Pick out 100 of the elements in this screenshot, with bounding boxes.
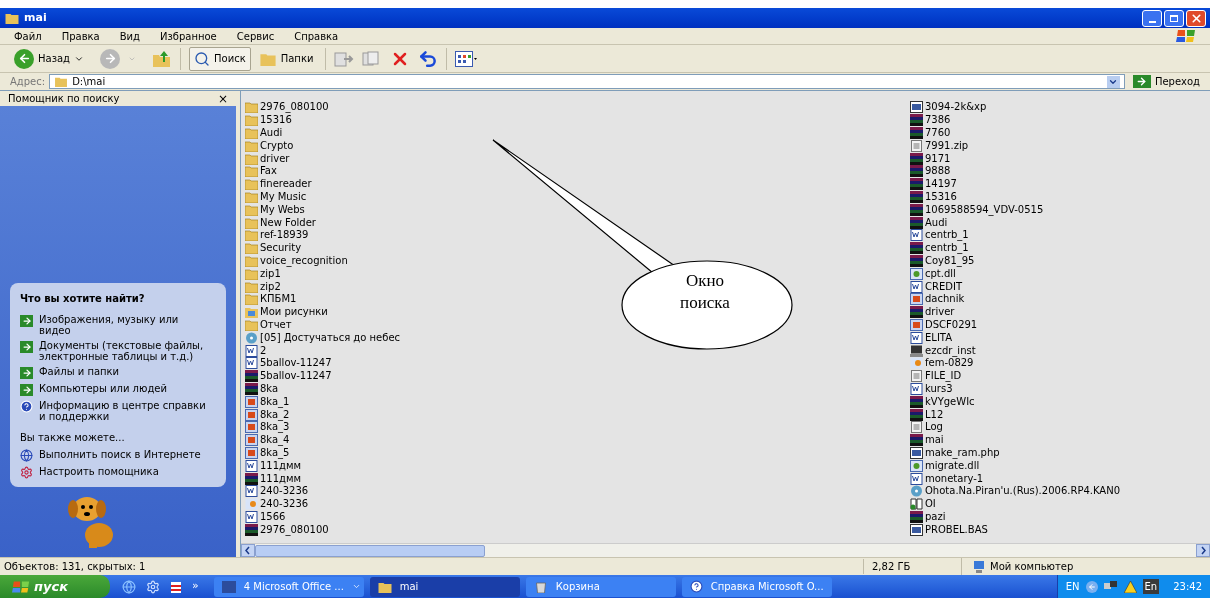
file-name[interactable]: DSCF0291 — [925, 318, 978, 331]
input-language-indicator[interactable]: En — [1142, 579, 1160, 594]
restore-button[interactable] — [1164, 9, 1184, 27]
file-name[interactable]: 8ka — [260, 382, 279, 395]
language-indicator[interactable]: EN — [1065, 579, 1080, 594]
minimize-button[interactable] — [1142, 9, 1162, 27]
start-button[interactable]: пуск — [0, 575, 110, 598]
file-name[interactable]: 7991.zip — [925, 139, 968, 152]
file-name[interactable]: 5ballov-11247 — [260, 370, 332, 383]
flag-icon[interactable] — [170, 579, 182, 594]
settings-icon[interactable] — [146, 579, 160, 594]
file-name[interactable]: make_ram.php — [925, 446, 1000, 459]
search-option-link[interactable]: Документы (текстовые файлы, электронные таблицы и т.д.) — [20, 340, 216, 362]
file-name[interactable]: New Folder — [260, 216, 316, 229]
file-name[interactable]: 111дмм — [260, 472, 302, 485]
warning-icon[interactable] — [1123, 580, 1137, 593]
close-button[interactable]: × — [217, 92, 228, 105]
browser-icon[interactable] — [122, 579, 136, 594]
file-name[interactable]: dachnik — [925, 293, 965, 306]
scroll-left-icon[interactable] — [241, 544, 255, 557]
file-name[interactable]: 8ka_1 — [260, 395, 290, 408]
file-name[interactable]: Coy81_95 — [925, 254, 975, 267]
file-name[interactable]: 2 — [260, 344, 267, 357]
horizontal-scrollbar[interactable] — [241, 543, 1210, 557]
file-name[interactable]: finereader — [260, 178, 312, 191]
file-name[interactable]: [05] Достучаться до небес — [260, 331, 401, 344]
file-name[interactable]: 1069588594_VDV-0515 — [925, 203, 1044, 216]
file-name[interactable]: FILE_ID — [925, 370, 962, 383]
file-name[interactable]: driver — [925, 306, 955, 319]
file-name[interactable]: fem-0829 — [925, 357, 974, 370]
file-name[interactable]: kVYgeWIc — [925, 395, 975, 408]
file-name[interactable]: 9888 — [925, 165, 951, 178]
file-name[interactable]: 14197 — [925, 178, 957, 191]
file-name[interactable]: Отчет — [260, 318, 292, 331]
file-name[interactable]: 9171 — [925, 152, 951, 165]
file-name[interactable]: 15316 — [260, 114, 292, 127]
file-name[interactable]: ezcdr_inst — [925, 344, 976, 357]
file-name[interactable]: centrb_1 — [925, 229, 969, 242]
file-name[interactable]: Log — [925, 421, 943, 434]
file-name[interactable]: Fax — [260, 165, 277, 178]
file-name[interactable]: mai — [925, 434, 944, 447]
file-name[interactable]: pazi — [925, 510, 946, 523]
file-name[interactable]: CREDIT — [925, 280, 962, 293]
file-name[interactable]: driver — [260, 152, 290, 165]
menu-item[interactable]: Сервис — [236, 28, 275, 44]
file-name[interactable]: Audi — [260, 127, 283, 139]
file-name[interactable]: L12 — [925, 408, 944, 421]
file-name[interactable]: 8ka_2 — [260, 408, 290, 421]
undo-icon[interactable] — [418, 48, 439, 69]
file-name[interactable]: ref-18939 — [260, 229, 309, 242]
search-option-link[interactable]: Компьютеры или людей — [20, 383, 216, 396]
file-name[interactable]: cpt.dll — [925, 267, 956, 280]
search-option-link[interactable]: Настроить помощника — [20, 466, 216, 479]
file-name[interactable]: 111дмм — [260, 459, 302, 472]
file-name[interactable]: migrate.dll — [925, 459, 980, 472]
file-name[interactable]: PROBEL.BAS — [925, 523, 988, 536]
expand-tray-icon[interactable] — [1085, 580, 1098, 593]
go-button[interactable]: Переход — [1132, 74, 1200, 89]
file-name[interactable]: 2976_080100 — [260, 101, 329, 114]
file-name[interactable]: Ohota.Na.Piran'u.(Rus).2006.RP4.KAN0 — [925, 485, 1120, 498]
back-button[interactable]: Назад — [14, 46, 70, 71]
folder-up-icon[interactable] — [152, 49, 172, 68]
file-name[interactable]: 8ka_4 — [260, 434, 290, 447]
file-name[interactable]: ELITA — [925, 331, 952, 344]
file-name[interactable]: 8ka_5 — [260, 446, 290, 459]
file-name[interactable]: 7386 — [925, 114, 951, 127]
file-name[interactable]: 2976_080100 — [260, 523, 329, 536]
menu-item[interactable]: Вид — [119, 28, 140, 44]
search-option-link[interactable]: Информацию в центре справки и поддержки — [20, 400, 216, 422]
taskbar-button[interactable]: 4 Microsoft Office ... — [213, 576, 364, 597]
file-name[interactable]: voice_recognition — [260, 254, 348, 267]
scrollbar-thumb[interactable] — [255, 544, 485, 557]
file-name[interactable]: 8ka_3 — [260, 421, 290, 434]
views-icon[interactable] — [455, 50, 478, 67]
taskbar-button[interactable]: Справка Microsoft O... — [681, 576, 832, 597]
search-option-link[interactable]: Изображения, музыку или видео — [20, 314, 216, 336]
menu-item[interactable]: Файл — [14, 28, 42, 44]
file-name[interactable]: My Webs — [260, 203, 305, 216]
file-name[interactable]: My Music — [260, 190, 307, 203]
file-name[interactable]: 15316 — [925, 190, 957, 203]
file-name[interactable]: OI — [925, 498, 936, 511]
file-name[interactable]: 5ballov-11247 — [260, 357, 332, 370]
file-name[interactable]: Security — [260, 242, 302, 255]
search-toolbar-button[interactable]: Поиск — [189, 46, 251, 71]
scroll-right-icon[interactable] — [1196, 544, 1210, 557]
file-name[interactable]: zip1 — [260, 267, 281, 280]
file-name[interactable]: 1566 — [260, 510, 286, 523]
taskbar-button[interactable]: Корзина — [525, 576, 676, 597]
taskbar-button[interactable]: mai — [369, 576, 520, 597]
menu-item[interactable]: Правка — [61, 28, 100, 44]
file-name[interactable]: monetary-1 — [925, 472, 984, 485]
file-name[interactable]: zip2 — [260, 280, 281, 293]
file-name[interactable]: centrb_1 — [925, 242, 969, 255]
file-name[interactable]: Audi — [925, 216, 948, 229]
close-button[interactable] — [1186, 9, 1206, 27]
search-option-link[interactable]: Выполнить поиск в Интернете — [20, 449, 216, 462]
menu-item[interactable]: Справка — [294, 28, 339, 44]
file-name[interactable]: 240-3236 — [260, 498, 309, 511]
file-name[interactable]: 3094-2k&xp — [925, 101, 987, 114]
file-name[interactable]: Crypto — [260, 139, 294, 152]
